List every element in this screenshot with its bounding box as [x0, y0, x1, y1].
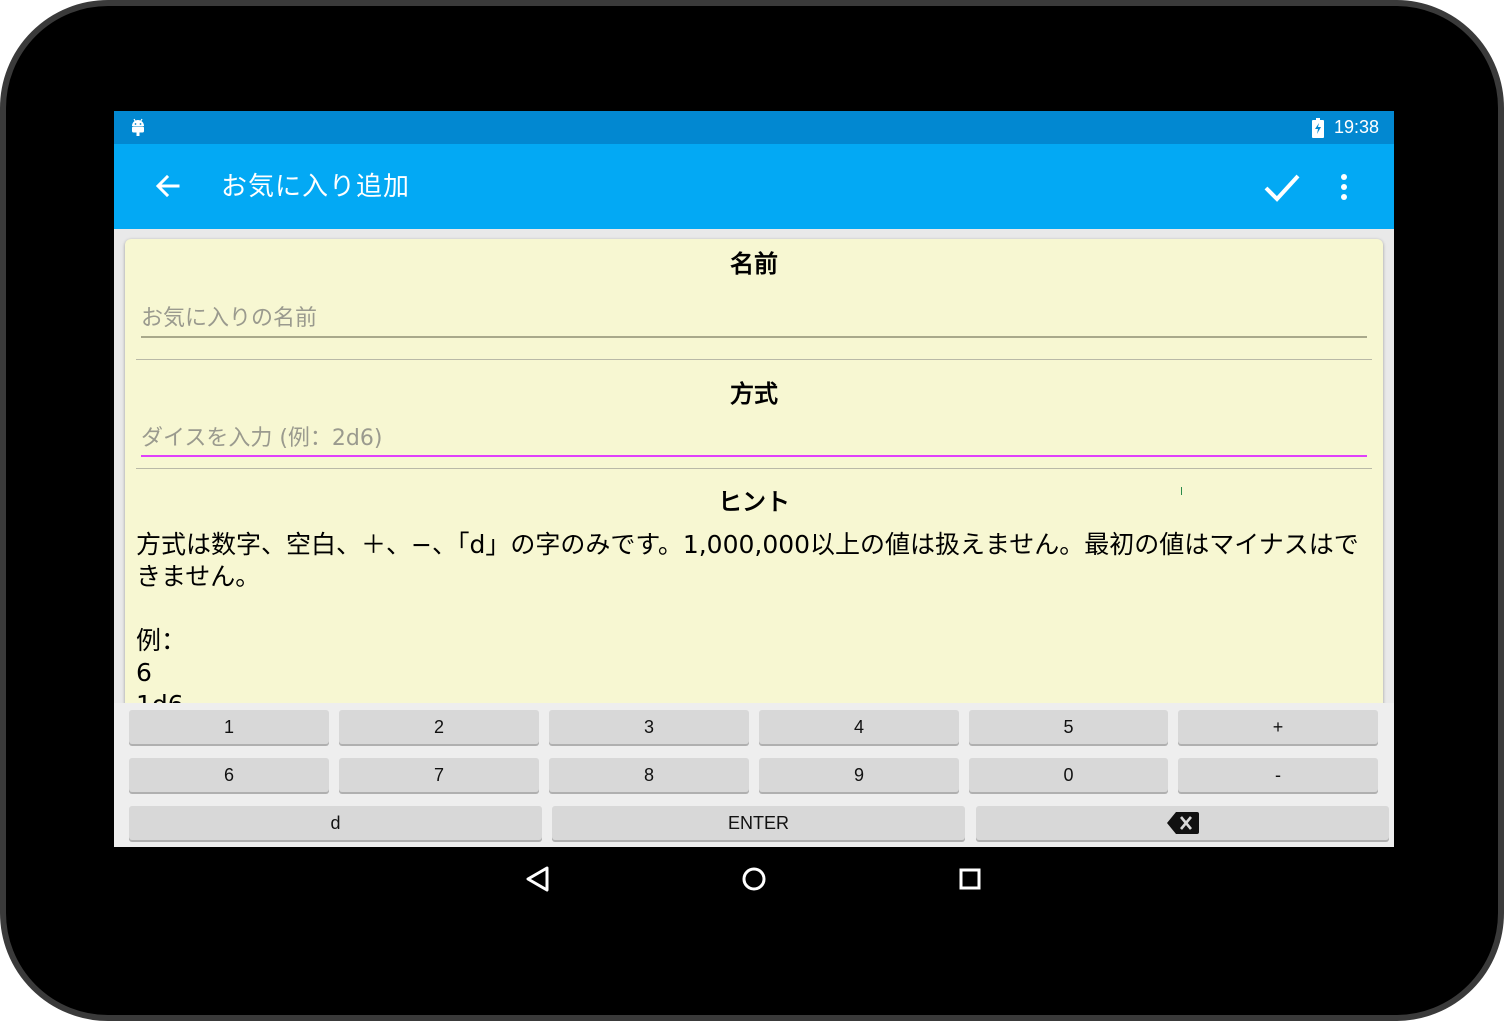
status-clock: 19:38 — [1334, 117, 1380, 137]
nav-home-icon[interactable] — [736, 861, 772, 897]
formula-input-underline — [141, 455, 1367, 457]
formula-section-title: 方式 — [730, 380, 778, 408]
name-input[interactable] — [141, 296, 1367, 340]
key-plus[interactable]: + — [1178, 710, 1378, 744]
nav-recents-icon[interactable] — [952, 861, 988, 897]
key-minus[interactable]: - — [1178, 758, 1378, 792]
android-debug-icon — [132, 118, 144, 136]
check-icon[interactable] — [1262, 168, 1302, 206]
navigation-bar — [114, 847, 1394, 911]
more-vert-icon[interactable] — [1332, 170, 1356, 206]
scroll-marker — [1181, 487, 1182, 495]
hint-section-title: ヒント — [718, 488, 790, 516]
page-title: お気に入り追加 — [221, 172, 411, 202]
section-divider — [136, 359, 1372, 360]
app-bar: お気に入り追加 — [114, 144, 1394, 229]
key-6[interactable]: 6 — [129, 758, 329, 792]
key-2[interactable]: 2 — [339, 710, 539, 744]
key-3[interactable]: 3 — [549, 710, 749, 744]
key-9[interactable]: 9 — [759, 758, 959, 792]
battery-charging-icon — [1312, 118, 1324, 138]
section-divider — [136, 468, 1372, 469]
key-8[interactable]: 8 — [549, 758, 749, 792]
key-7[interactable]: 7 — [339, 758, 539, 792]
nav-back-icon[interactable] — [520, 861, 556, 897]
name-section-title: 名前 — [730, 250, 778, 278]
formula-input[interactable] — [141, 416, 1367, 460]
screen: 19:38 お気に入り追加 名前 方式 ヒント 方式は数字、空白、＋、−、「d」… — [114, 111, 1394, 847]
status-bar: 19:38 — [114, 111, 1394, 144]
key-backspace[interactable] — [976, 806, 1389, 840]
backspace-icon — [1166, 812, 1199, 834]
key-5[interactable]: 5 — [969, 710, 1168, 744]
key-1[interactable]: 1 — [129, 710, 329, 744]
key-d[interactable]: d — [129, 806, 542, 840]
key-4[interactable]: 4 — [759, 710, 959, 744]
key-0[interactable]: 0 — [969, 758, 1168, 792]
dice-keyboard: 1 2 3 4 5 + 6 7 8 9 0 - d ENTER — [114, 703, 1394, 847]
back-arrow-icon[interactable] — [150, 168, 186, 204]
hint-text: 方式は数字、空白、＋、−、「d」の字のみです。1,000,000以上の値は扱えま… — [136, 530, 1359, 719]
name-input-underline — [141, 336, 1367, 338]
key-enter[interactable]: ENTER — [552, 806, 965, 840]
